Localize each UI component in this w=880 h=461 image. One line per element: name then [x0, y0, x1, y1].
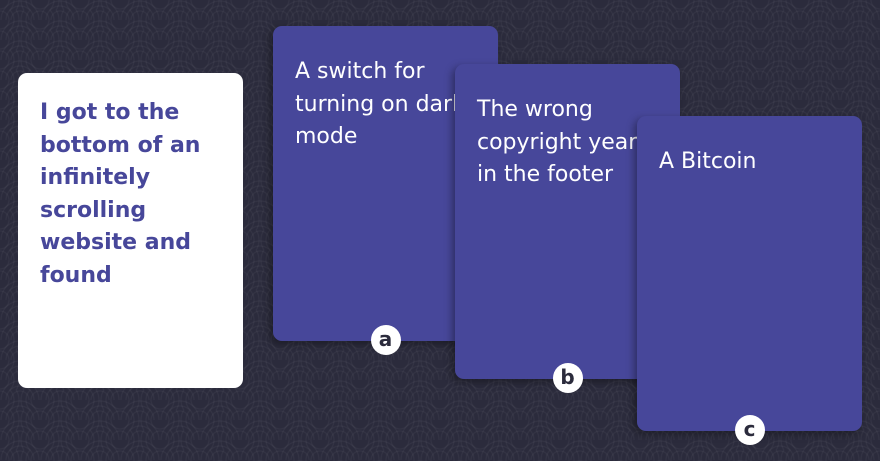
answer-badge-c: c	[734, 415, 765, 445]
answer-card-c[interactable]: A Bitcoin c	[637, 116, 862, 445]
answer-card-a-text: A switch for turning on dark mode	[295, 59, 465, 149]
answer-badge-b: b	[552, 363, 583, 393]
answer-card-c-text: A Bitcoin	[659, 149, 757, 174]
prompt-card: I got to the bottom of an infinitely scr…	[18, 73, 243, 388]
prompt-card-text: I got to the bottom of an infinitely scr…	[40, 100, 201, 288]
answer-card-b-text: The wrong copyright year in the footer	[477, 97, 638, 187]
answer-badge-a: a	[370, 325, 401, 355]
